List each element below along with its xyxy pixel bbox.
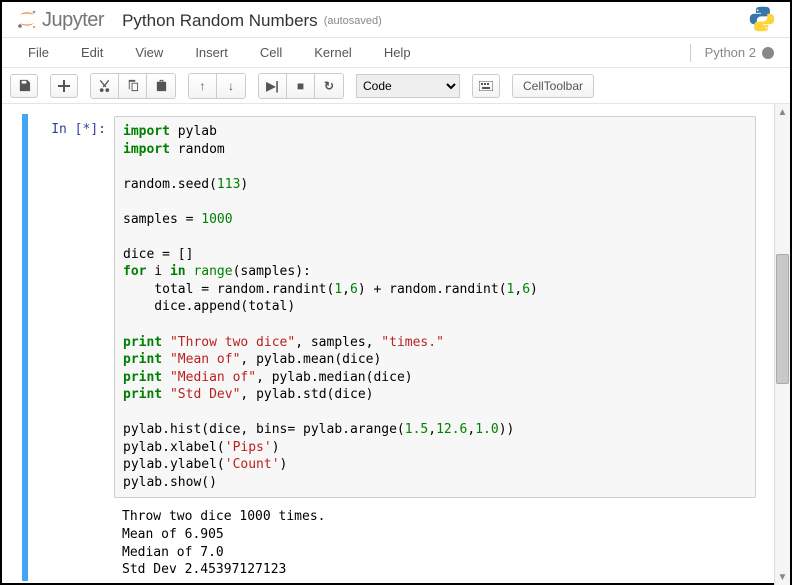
toolbar: ↑ ↓ ▶| ■ ↻ Code Markdown Raw NBConvert H… [2, 68, 790, 104]
python-logo-icon [748, 5, 776, 36]
paste-button[interactable] [147, 74, 175, 98]
scroll-thumb[interactable] [776, 254, 789, 384]
celltoolbar-button[interactable]: CellToolbar [512, 74, 594, 98]
kernel-name: Python 2 [705, 45, 756, 60]
notebook-name[interactable]: Python Random Numbers [122, 11, 318, 31]
menu-kernel[interactable]: Kernel [298, 39, 368, 66]
menubar: File Edit View Insert Cell Kernel Help P… [2, 38, 790, 68]
jupyter-logo[interactable]: Jupyter [16, 8, 104, 34]
cut-icon [98, 79, 111, 92]
kernel-indicator: Python 2 [690, 44, 780, 62]
cell-input: In [*]: import pylab import random rando… [32, 116, 756, 498]
interrupt-button[interactable]: ■ [287, 74, 315, 98]
copy-icon [126, 79, 139, 92]
kernel-busy-icon [762, 47, 774, 59]
menu-cell[interactable]: Cell [244, 39, 298, 66]
jupyter-word: Jupyter [42, 9, 104, 32]
menu-view[interactable]: View [119, 39, 179, 66]
code-cell[interactable]: In [*]: import pylab import random rando… [22, 114, 756, 581]
run-group: ▶| ■ ↻ [258, 73, 344, 99]
save-icon [18, 79, 31, 92]
save-button[interactable] [10, 74, 38, 98]
output-text: Throw two dice 1000 times. Mean of 6.905… [114, 502, 756, 578]
cut-button[interactable] [91, 74, 119, 98]
plus-icon [58, 80, 70, 92]
restart-button[interactable]: ↻ [315, 74, 343, 98]
menu-file[interactable]: File [12, 39, 65, 66]
arrow-up-icon: ↑ [200, 79, 206, 93]
arrow-down-icon: ↓ [228, 79, 234, 93]
restart-icon: ↻ [324, 79, 334, 93]
output-prompt [32, 502, 114, 578]
paste-icon [155, 79, 168, 92]
stop-icon: ■ [297, 79, 304, 93]
menu-edit[interactable]: Edit [65, 39, 119, 66]
jupyter-logo-icon [16, 8, 38, 34]
scroll-down-arrow-icon[interactable]: ▼ [775, 569, 790, 585]
scroll-up-arrow-icon[interactable]: ▲ [775, 104, 790, 120]
move-up-button[interactable]: ↑ [189, 74, 217, 98]
move-down-button[interactable]: ↓ [217, 74, 245, 98]
input-prompt: In [*]: [32, 116, 114, 498]
copy-button[interactable] [119, 74, 147, 98]
command-palette-button[interactable] [472, 74, 500, 98]
move-group: ↑ ↓ [188, 73, 246, 99]
autosave-status: (autosaved) [324, 15, 382, 27]
run-step-icon: ▶| [266, 79, 279, 93]
run-button[interactable]: ▶| [259, 74, 287, 98]
cut-copy-paste-group [90, 73, 176, 99]
notebook-header: Jupyter Python Random Numbers (autosaved… [2, 2, 790, 38]
vertical-scrollbar[interactable]: ▲ ▼ [774, 104, 790, 585]
menu-insert[interactable]: Insert [179, 39, 244, 66]
celltype-select[interactable]: Code Markdown Raw NBConvert Heading [356, 74, 460, 98]
cell-output: Throw two dice 1000 times. Mean of 6.905… [32, 502, 756, 578]
code-editor[interactable]: import pylab import random random.seed(1… [114, 116, 756, 498]
notebook-scroll[interactable]: In [*]: import pylab import random rando… [2, 104, 774, 585]
insert-cell-button[interactable] [50, 74, 78, 98]
keyboard-icon [479, 81, 493, 91]
menu-help[interactable]: Help [368, 39, 427, 66]
notebook-container: In [*]: import pylab import random rando… [2, 104, 790, 585]
